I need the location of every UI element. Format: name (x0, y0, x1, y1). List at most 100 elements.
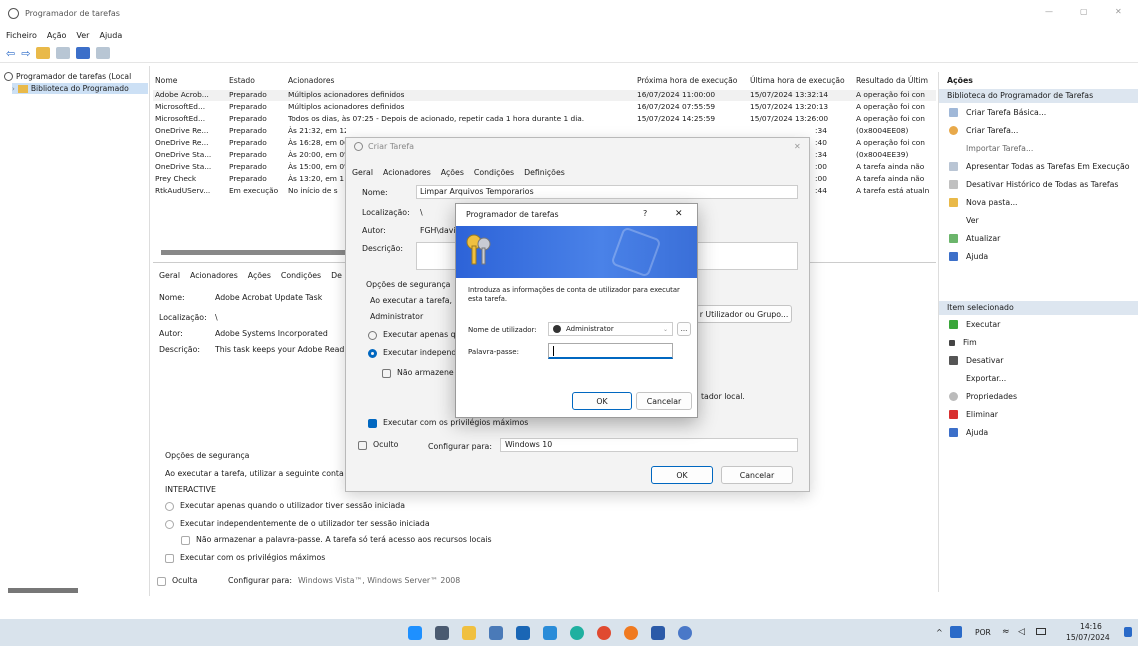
action-delete[interactable]: Eliminar (949, 410, 998, 419)
back-arrow-icon[interactable]: ⇦ (6, 47, 15, 60)
actions-section-selected[interactable]: Item selecionado (939, 301, 1138, 315)
ok-button[interactable]: OK (651, 466, 713, 484)
chrome-icon[interactable] (597, 626, 611, 640)
folder-up-icon[interactable] (36, 46, 51, 59)
clock-time[interactable]: 14:16 (1080, 622, 1102, 631)
task-view-icon[interactable] (435, 626, 449, 640)
notification-bell-icon[interactable] (1124, 627, 1132, 637)
action-help[interactable]: Ajuda (949, 252, 988, 261)
chevron-up-icon[interactable]: ^ (936, 628, 943, 637)
action-import-task[interactable]: Importar Tarefa... (949, 144, 1033, 153)
table-row[interactable]: Adobe Acrob... Preparado Múltiplos acion… (153, 90, 936, 101)
radio-run-logged-on[interactable]: Executar apenas quando o utilizador tive… (165, 501, 405, 511)
help-button[interactable]: ? (643, 209, 647, 218)
username-combobox[interactable]: Administrator ⌄ (548, 322, 673, 336)
menu-file[interactable]: Ficheiro (6, 31, 37, 40)
action-refresh[interactable]: Atualizar (949, 234, 1000, 243)
table-row[interactable]: MicrosoftEd... Preparado Todos os dias, … (153, 114, 936, 125)
menu-action[interactable]: Ação (47, 31, 67, 40)
show-hide-tree-icon[interactable] (56, 46, 71, 59)
action-export[interactable]: Exportar... (949, 374, 1006, 383)
radio-run-whether-logged-on[interactable]: Executar independer (368, 348, 464, 358)
checkbox-do-not-store-password[interactable]: Não armazenar a palavra-passe. A tarefa … (181, 535, 492, 545)
column-header-triggers[interactable]: Acionadores (288, 76, 335, 85)
menu-help[interactable]: Ajuda (99, 31, 122, 40)
tab-settings[interactable]: De (331, 271, 342, 280)
tree-item-library[interactable]: › Biblioteca do Programado (12, 83, 148, 94)
column-header-name[interactable]: Nome (155, 76, 177, 85)
scheduler-icon[interactable] (678, 626, 692, 640)
help-icon[interactable] (76, 46, 91, 59)
configure-for-select[interactable]: Windows Vista™, Windows Server™ 2008 (298, 576, 460, 585)
name-field[interactable]: Limpar Arquivos Temporarios (416, 185, 798, 199)
cancel-button[interactable]: Cancelar (721, 466, 793, 484)
vscode-icon[interactable] (543, 626, 557, 640)
radio-run-logged-on[interactable]: Executar apenas qua (368, 330, 465, 340)
settings-icon[interactable] (489, 626, 503, 640)
tab-triggers[interactable]: Acionadores (383, 168, 431, 177)
column-header-state[interactable]: Estado (229, 76, 255, 85)
close-button[interactable]: ✕ (1115, 7, 1122, 16)
column-header-next-run[interactable]: Próxima hora de execução (637, 76, 737, 85)
tab-actions[interactable]: Ações (441, 168, 464, 177)
action-view[interactable]: Ver (949, 216, 979, 225)
horizontal-scrollbar[interactable] (161, 250, 351, 255)
minimize-button[interactable]: — (1045, 7, 1053, 16)
language-indicator[interactable]: POR (975, 628, 991, 637)
password-field[interactable] (548, 343, 673, 359)
column-header-last-result[interactable]: Resultado da Últim (856, 76, 928, 85)
start-icon[interactable] (408, 626, 422, 640)
close-icon[interactable]: ✕ (794, 142, 801, 151)
wifi-icon[interactable]: ≈ (1002, 627, 1010, 637)
action-pane-icon[interactable] (96, 46, 111, 59)
volume-icon[interactable]: ◁ (1018, 627, 1025, 637)
checkbox-highest-privileges[interactable]: Executar com os privilégios máximos (368, 418, 528, 428)
checkbox-hidden[interactable]: Oculto (358, 440, 398, 450)
restore-button[interactable]: ▢ (1080, 7, 1088, 16)
tab-general[interactable]: Geral (352, 168, 373, 177)
cancel-button[interactable]: Cancelar (636, 392, 692, 410)
horizontal-scrollbar[interactable] (8, 588, 78, 593)
firefox-icon[interactable] (624, 626, 638, 640)
edge-icon[interactable] (570, 626, 584, 640)
action-disable-history[interactable]: Desativar Histórico de Todas as Tarefas (949, 180, 1118, 189)
word-icon[interactable] (651, 626, 665, 640)
tray-app-icon[interactable] (950, 626, 962, 638)
tab-triggers[interactable]: Acionadores (190, 271, 238, 280)
battery-icon[interactable] (1036, 628, 1046, 635)
column-header-last-run[interactable]: Última hora de execução (750, 76, 845, 85)
outlook-icon[interactable] (516, 626, 530, 640)
forward-arrow-icon[interactable]: ⇨ (21, 47, 30, 60)
close-button[interactable]: ✕ (675, 209, 683, 219)
radio-run-whether-logged-on[interactable]: Executar independentemente de o utilizad… (165, 519, 430, 529)
actions-section-library[interactable]: Biblioteca do Programador de Tarefas (939, 89, 1138, 103)
action-end[interactable]: Fim (949, 338, 977, 347)
tab-conditions[interactable]: Condições (281, 271, 321, 280)
checkbox-do-not-store-password[interactable]: Não armazene a (382, 368, 461, 378)
action-display-running-tasks[interactable]: Apresentar Todas as Tarefas Em Execução (949, 162, 1130, 171)
table-row[interactable]: OneDrive Re... Preparado Às 21:32, em 12… (153, 126, 936, 137)
tab-conditions[interactable]: Condições (474, 168, 514, 177)
tab-actions[interactable]: Ações (248, 271, 271, 280)
action-properties[interactable]: Propriedades (949, 392, 1017, 401)
file-explorer-icon[interactable] (462, 626, 476, 640)
table-row[interactable]: MicrosoftEd... Preparado Múltiplos acion… (153, 102, 936, 113)
browse-button[interactable]: ... (677, 322, 691, 336)
checkbox-hidden[interactable]: Oculta (157, 576, 197, 586)
tab-settings[interactable]: Definições (524, 168, 565, 177)
ok-button[interactable]: OK (572, 392, 632, 410)
menu-view[interactable]: Ver (76, 31, 89, 40)
action-create-basic-task[interactable]: Criar Tarefa Básica... (949, 108, 1046, 117)
action-run[interactable]: Executar (949, 320, 1000, 329)
tree-root[interactable]: Programador de tarefas (Local (4, 72, 131, 81)
action-disable[interactable]: Desativar (949, 356, 1003, 365)
action-create-task[interactable]: Criar Tarefa... (949, 126, 1018, 135)
change-user-button[interactable]: r Utilizador ou Grupo... (696, 305, 792, 323)
tab-general[interactable]: Geral (159, 271, 180, 280)
action-new-folder[interactable]: Nova pasta... (949, 198, 1018, 207)
configure-for-select[interactable]: Windows 10 (500, 438, 798, 452)
action-help-selected[interactable]: Ajuda (949, 428, 988, 437)
import-icon (949, 144, 958, 153)
clock-date[interactable]: 15/07/2024 (1066, 633, 1110, 642)
checkbox-highest-privileges[interactable]: Executar com os privilégios máximos (165, 553, 325, 563)
